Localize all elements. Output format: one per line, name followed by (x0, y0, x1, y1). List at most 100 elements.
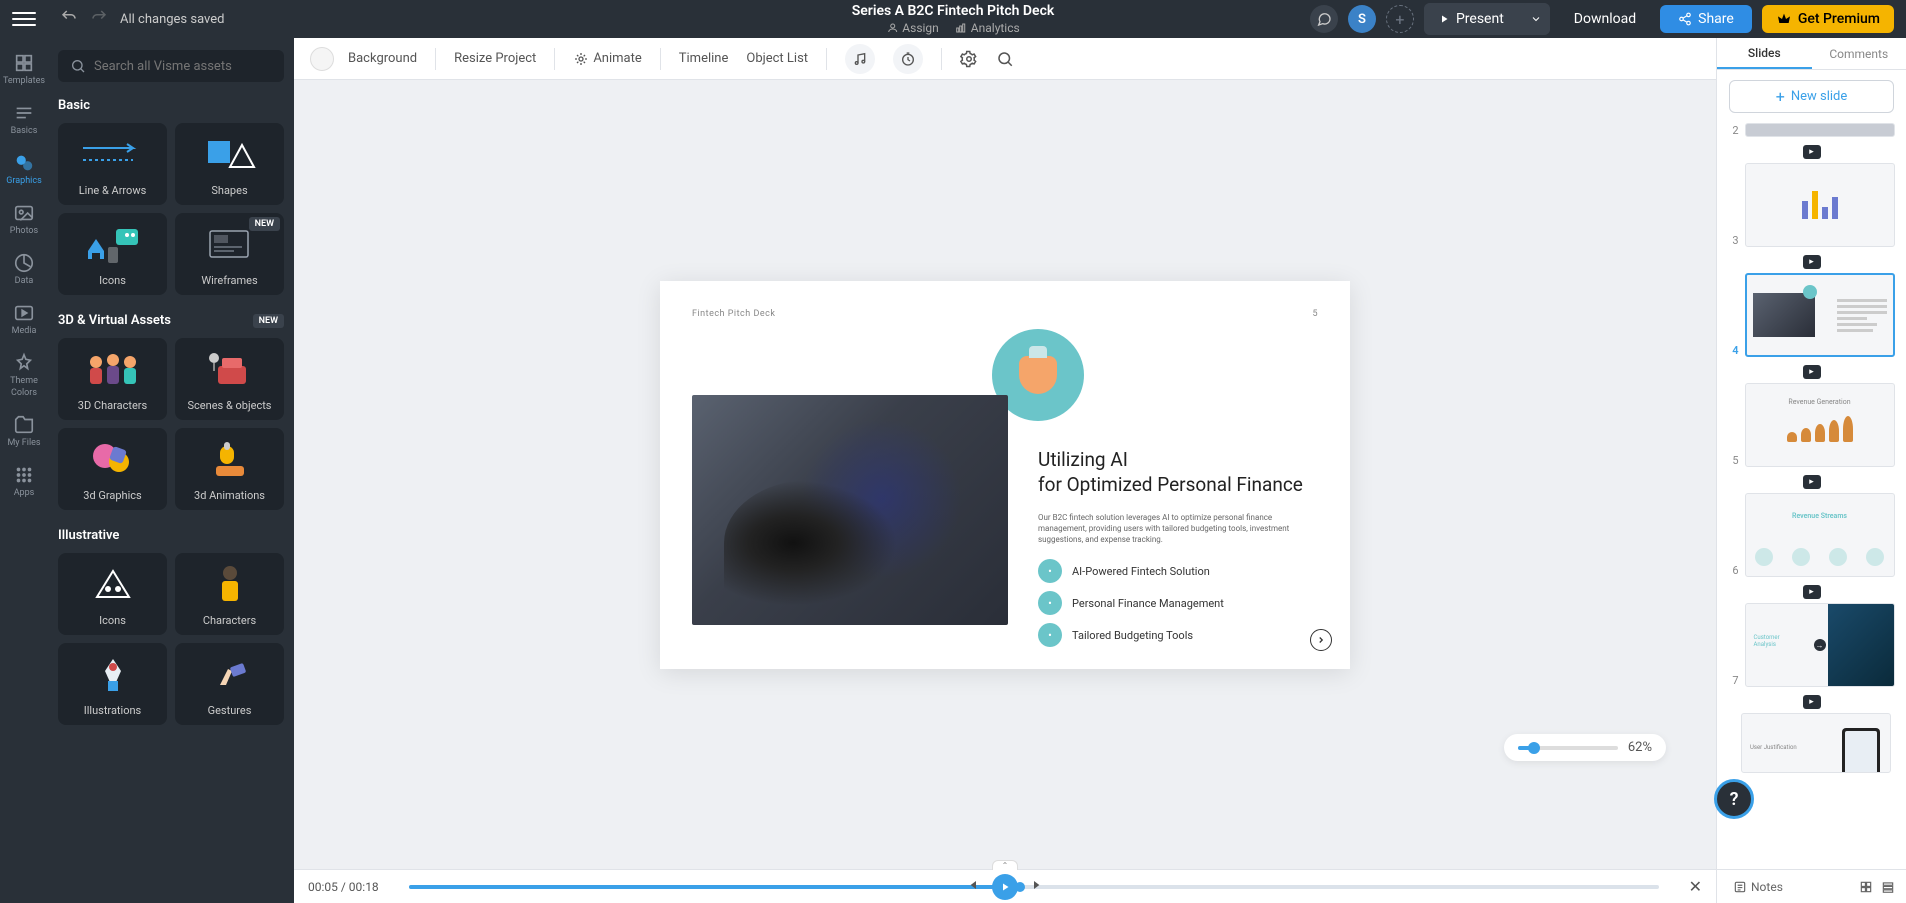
audio-icon[interactable] (845, 44, 875, 74)
slides-list[interactable]: 2 ▸ 3 ▸ 4 ▸ 5 (1717, 123, 1906, 869)
slide-canvas[interactable]: Fintech Pitch Deck 5 Utilizing AIfor Opt… (660, 281, 1350, 669)
feature-item[interactable]: •Personal Finance Management (1038, 591, 1318, 615)
nav-data[interactable]: Data (2, 246, 46, 292)
slide-image[interactable] (692, 395, 1008, 625)
zoom-icon[interactable] (996, 50, 1014, 68)
transition-icon[interactable]: ▸ (1803, 695, 1821, 709)
nav-apps[interactable]: Apps (2, 458, 46, 504)
settings-icon[interactable] (960, 50, 978, 68)
comment-icon[interactable] (1310, 5, 1338, 33)
nav-basics[interactable]: Basics (2, 96, 46, 142)
help-button[interactable]: ? (1714, 779, 1754, 819)
undo-icon[interactable] (60, 8, 78, 30)
background-color-swatch[interactable] (310, 47, 334, 71)
redo-icon[interactable] (90, 8, 108, 30)
prev-frame-icon[interactable] (964, 877, 980, 896)
grid-view-icon[interactable] (1858, 879, 1874, 895)
top-header: All changes saved Series A B2C Fintech P… (0, 0, 1906, 38)
next-frame-icon[interactable] (1030, 877, 1046, 896)
asset-3d-animations[interactable]: 3d Animations (175, 428, 284, 510)
time-display: 00:05 / 00:18 (308, 880, 379, 894)
canvas-toolbar: Background Resize Project Animate Timeli… (294, 38, 1716, 80)
next-slide-arrow-icon[interactable] (1310, 629, 1332, 651)
feature-item[interactable]: •AI-Powered Fintech Solution (1038, 559, 1318, 583)
asset-line-arrows[interactable]: Line & Arrows (58, 123, 167, 205)
nav-my-files[interactable]: My Files (2, 408, 46, 454)
slide-thumb-8[interactable]: User Justification (1725, 713, 1898, 773)
background-button[interactable]: Background (348, 51, 417, 66)
timeline-bar: ⌃ 00:05 / 00:18 ✕ (294, 869, 1716, 903)
tab-slides[interactable]: Slides (1717, 38, 1812, 69)
asset-sidebar: Basic Line & Arrows Shapes Icons NEWWire… (48, 38, 294, 903)
slide-deck-label: Fintech Pitch Deck (692, 309, 775, 319)
transition-icon[interactable]: ▸ (1803, 365, 1821, 379)
transition-icon[interactable]: ▸ (1803, 145, 1821, 159)
nav-media[interactable]: Media (2, 296, 46, 342)
add-collaborator-button[interactable]: + (1386, 5, 1414, 33)
asset-icons[interactable]: Icons (58, 213, 167, 295)
list-view-icon[interactable] (1880, 879, 1896, 895)
object-list-button[interactable]: Object List (746, 51, 808, 66)
nav-templates[interactable]: Templates (2, 46, 46, 92)
right-panel-bottom: Notes (1717, 869, 1906, 903)
slide-thumb-6[interactable]: 6 Revenue Streams (1729, 493, 1895, 577)
feature-dot-icon: • (1038, 559, 1062, 583)
new-slide-button[interactable]: +New slide (1729, 80, 1894, 113)
timeline-button[interactable]: Timeline (679, 51, 729, 66)
assign-button[interactable]: Assign (886, 21, 939, 35)
asset-shapes[interactable]: Shapes (175, 123, 284, 205)
search-input[interactable] (94, 59, 272, 74)
asset-ill-icons[interactable]: Icons (58, 553, 167, 635)
section-illustrative: Illustrative (58, 528, 284, 543)
search-icon (70, 58, 86, 74)
timer-icon[interactable] (893, 44, 923, 74)
document-title[interactable]: Series A B2C Fintech Pitch Deck (852, 3, 1055, 19)
nav-rail: Templates Basics Graphics Photos Data Me… (0, 38, 48, 903)
feature-dot-icon: • (1038, 623, 1062, 647)
slide-thumb-7[interactable]: 7 CustomerAnalysis→ (1729, 603, 1895, 687)
transition-icon[interactable]: ▸ (1803, 255, 1821, 269)
notes-button[interactable]: Notes (1727, 876, 1789, 898)
analytics-button[interactable]: Analytics (955, 21, 1020, 35)
slide-thumb-5[interactable]: 5 Revenue Generation (1729, 383, 1895, 467)
section-3d: 3D & Virtual AssetsNEW (58, 313, 284, 328)
slide-title[interactable]: Utilizing AIfor Optimized Personal Finan… (1038, 447, 1318, 498)
tab-comments[interactable]: Comments (1812, 38, 1906, 69)
timeline-close-icon[interactable]: ✕ (1689, 877, 1702, 896)
canvas-viewport[interactable]: Fintech Pitch Deck 5 Utilizing AIfor Opt… (294, 80, 1716, 869)
resize-project-button[interactable]: Resize Project (454, 51, 536, 66)
download-button[interactable]: Download (1560, 5, 1650, 33)
user-avatar[interactable]: S (1348, 5, 1376, 33)
slide-paragraph[interactable]: Our B2C fintech solution leverages AI to… (1038, 512, 1318, 546)
asset-gestures[interactable]: Gestures (175, 643, 284, 725)
feature-item[interactable]: •Tailored Budgeting Tools (1038, 623, 1318, 647)
asset-3d-characters[interactable]: 3D Characters (58, 338, 167, 420)
asset-characters[interactable]: Characters (175, 553, 284, 635)
play-button[interactable] (992, 874, 1018, 900)
nav-theme-colors[interactable]: ThemeColors (2, 346, 46, 404)
nav-photos[interactable]: Photos (2, 196, 46, 242)
animate-button[interactable]: Animate (573, 51, 641, 67)
feature-dot-icon: • (1038, 591, 1062, 615)
nav-graphics[interactable]: Graphics (2, 146, 46, 192)
asset-wireframes[interactable]: NEWWireframes (175, 213, 284, 295)
transition-icon[interactable]: ▸ (1803, 585, 1821, 599)
slide-thumb-2[interactable]: 2 (1729, 123, 1895, 137)
timeline-expand-handle[interactable]: ⌃ (992, 860, 1018, 870)
asset-illustrations[interactable]: Illustrations (58, 643, 167, 725)
zoom-value: 62% (1628, 740, 1652, 755)
transition-icon[interactable]: ▸ (1803, 475, 1821, 489)
present-dropdown[interactable] (1522, 3, 1550, 35)
canvas-area: Background Resize Project Animate Timeli… (294, 38, 1716, 903)
asset-scenes-objects[interactable]: Scenes & objects (175, 338, 284, 420)
asset-3d-graphics[interactable]: 3d Graphics (58, 428, 167, 510)
search-input-wrap[interactable] (58, 50, 284, 82)
share-button[interactable]: Share (1660, 5, 1752, 33)
slide-thumb-3[interactable]: 3 (1729, 163, 1895, 247)
zoom-control[interactable]: 62% (1504, 734, 1666, 761)
zoom-slider[interactable] (1518, 746, 1618, 750)
slide-thumb-4[interactable]: 4 (1729, 273, 1895, 357)
get-premium-button[interactable]: Get Premium (1762, 5, 1894, 33)
hamburger-menu[interactable] (12, 7, 36, 31)
present-button[interactable]: Present (1424, 3, 1518, 35)
